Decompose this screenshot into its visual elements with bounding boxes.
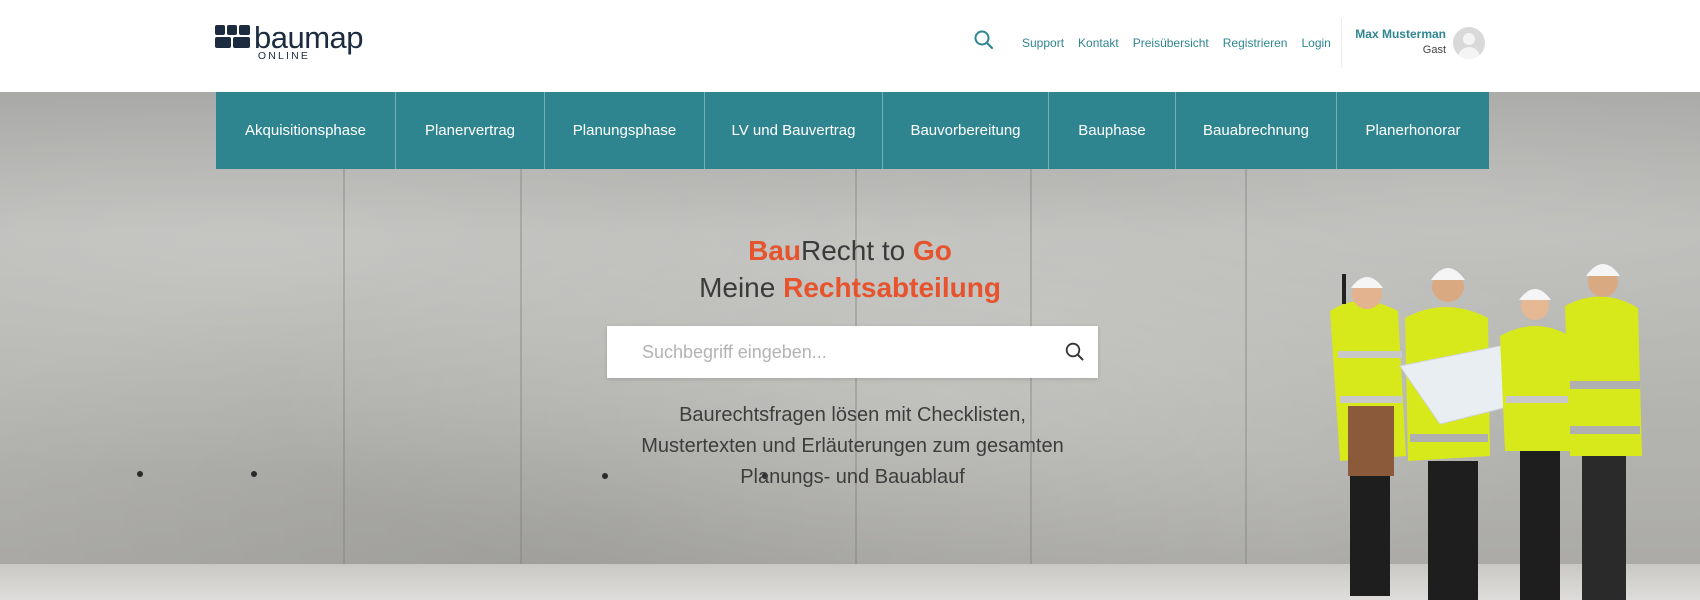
top-navigation: Support Kontakt Preisübersicht Registrie… [1022,34,1331,52]
headline-plain-recht: Recht to [800,235,914,266]
headline-line-1: BauRecht to Go [560,232,1140,269]
header-search-icon[interactable] [972,28,996,52]
hero-description: Baurechtsfragen lösen mit Checklisten, M… [590,400,1115,493]
headline-accent-rechtsabteilung: Rechtsabteilung [783,272,1001,303]
phase-planerhonorar[interactable]: Planerhonorar [1337,92,1489,169]
phase-navigation: Akquisitionsphase Planervertrag Planungs… [216,92,1489,169]
user-avatar-icon[interactable] [1453,27,1485,59]
site-header: baumap ONLINE Support Kontakt Preisübers… [0,0,1700,92]
phase-akquisitionsphase[interactable]: Akquisitionsphase [216,92,396,169]
support-link[interactable]: Support [1022,34,1064,52]
construction-workers-image [1330,264,1642,600]
phase-bauabrechnung[interactable]: Bauabrechnung [1176,92,1337,169]
preisuebersicht-link[interactable]: Preisübersicht [1133,34,1209,52]
description-line: Planungs- und Bauablauf [740,466,965,488]
hero-search-box [607,326,1098,378]
phase-bauvorbereitung[interactable]: Bauvorbereitung [883,92,1049,169]
registrieren-link[interactable]: Registrieren [1223,34,1288,52]
phase-planungsphase[interactable]: Planungsphase [545,92,705,169]
header-divider [1341,18,1342,68]
phase-planervertrag[interactable]: Planervertrag [396,92,545,169]
hero-search-icon[interactable] [1063,340,1087,364]
logo-mark-icon [215,25,250,49]
description-line: Baurechtsfragen lösen mit Checklisten, [679,404,1026,426]
phase-bauphase[interactable]: Bauphase [1049,92,1176,169]
user-role: Gast [1422,44,1446,56]
headline-line-2: Meine Rechtsabteilung [560,269,1140,306]
hero-headline: BauRecht to Go Meine Rechtsabteilung [560,232,1140,306]
headline-accent-bau: Bau [748,235,801,266]
login-link[interactable]: Login [1301,34,1330,52]
headline-accent-go: Go [913,235,952,266]
user-name[interactable]: Max Musterman [1355,27,1446,41]
headline-plain-meine: Meine [699,272,784,303]
kontakt-link[interactable]: Kontakt [1078,34,1119,52]
baumap-logo[interactable]: baumap ONLINE [215,20,364,64]
logo-subline: ONLINE [257,50,311,62]
hero-search-input[interactable] [607,326,1047,378]
phase-lv-und-bauvertrag[interactable]: LV und Bauvertrag [705,92,883,169]
description-line: Mustertexten und Erläuterungen zum gesam… [641,435,1064,457]
